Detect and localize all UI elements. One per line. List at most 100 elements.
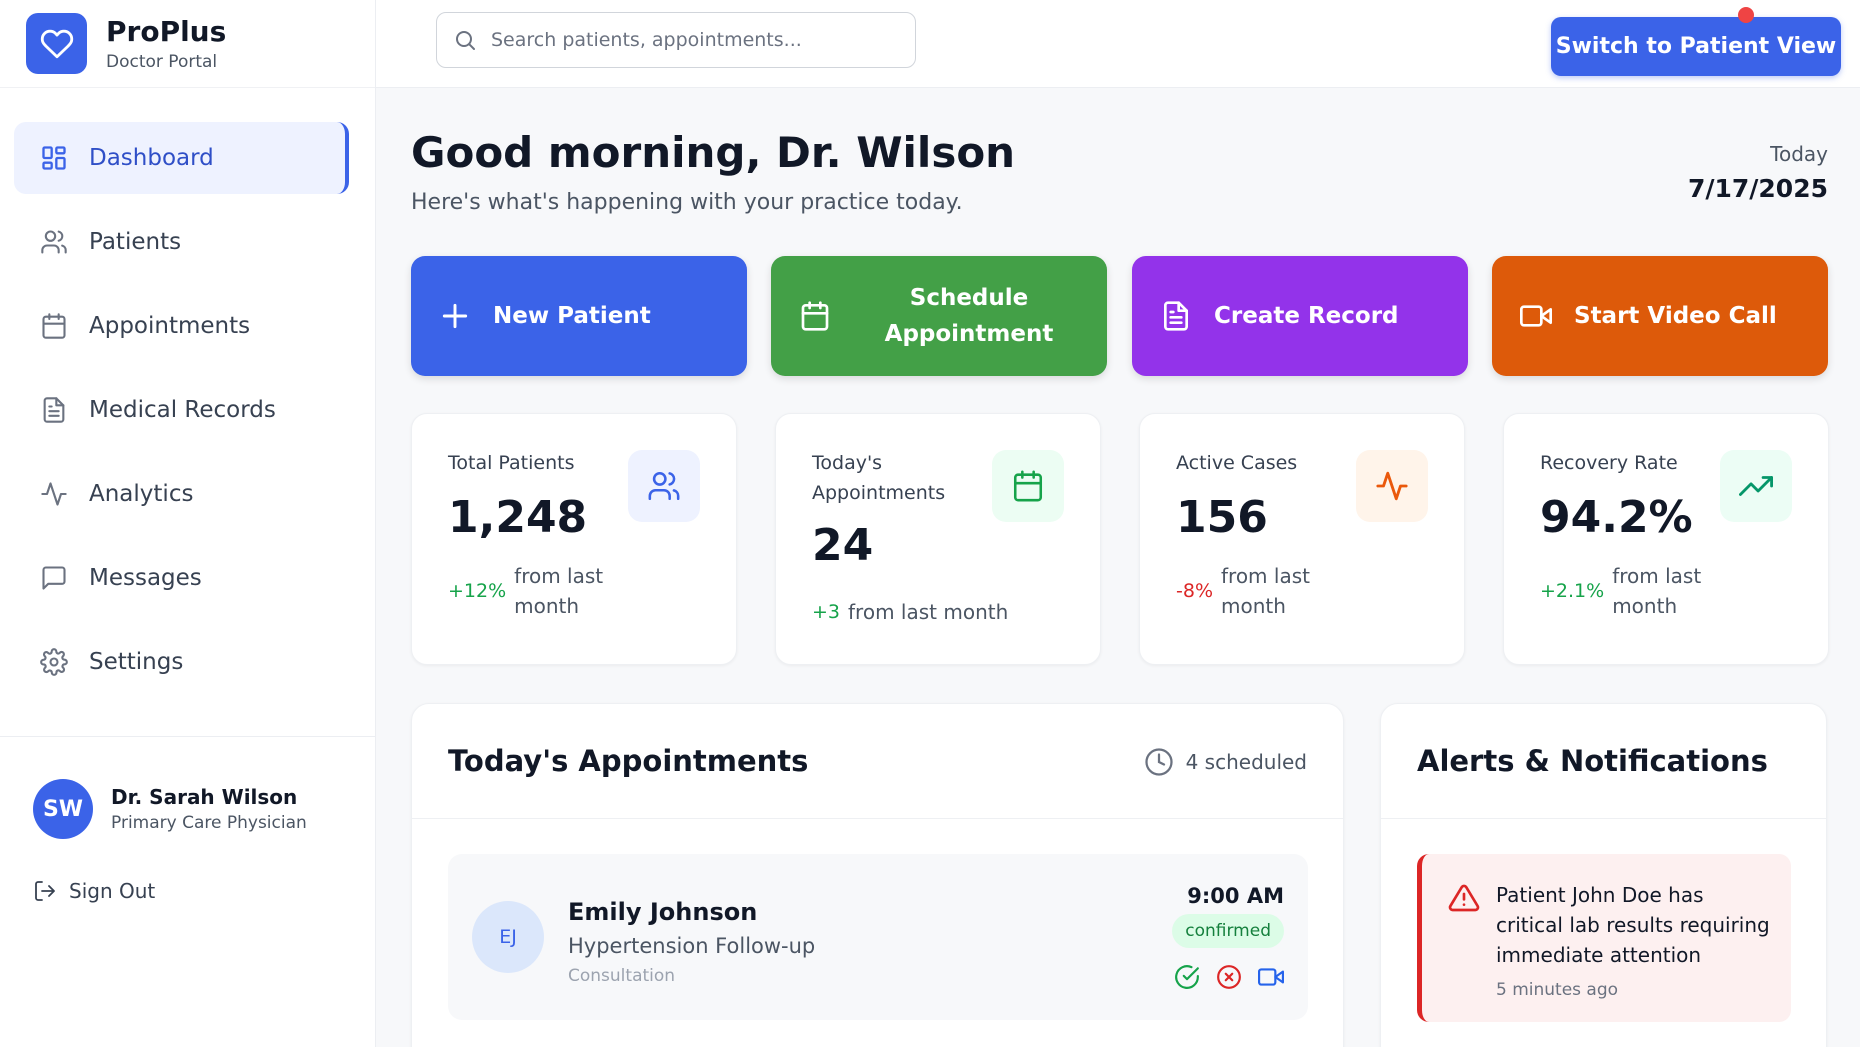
brand-name: ProPlus xyxy=(106,14,227,48)
sidebar: ProPlus Doctor Portal Dashboard Patients… xyxy=(0,0,376,1047)
plus-icon xyxy=(442,303,468,329)
gear-icon xyxy=(40,648,68,676)
new-patient-button[interactable]: New Patient xyxy=(411,256,747,376)
sidebar-item-label: Appointments xyxy=(89,313,251,339)
scheduled-count: 4 scheduled xyxy=(1144,747,1307,777)
message-icon xyxy=(42,566,66,590)
sidebar-item-label: Patients xyxy=(89,229,182,255)
alert-text: Patient John Doe has critical lab result… xyxy=(1496,883,1770,967)
sidebar-item-analytics[interactable]: Analytics xyxy=(14,458,349,530)
sidebar-item-label: Medical Records xyxy=(89,397,276,423)
search-icon xyxy=(456,31,475,50)
search-input[interactable] xyxy=(491,29,911,51)
patient-avatar: EJ xyxy=(472,901,544,973)
file-icon xyxy=(43,397,65,423)
appointment-item[interactable]: EJ Emily Johnson Hypertension Follow-up … xyxy=(448,854,1308,1020)
sidebar-item-dashboard[interactable]: Dashboard xyxy=(14,122,349,194)
stat-change-text: from last month xyxy=(514,564,604,618)
confirm-button[interactable] xyxy=(1174,964,1200,990)
stat-label: Active Cases xyxy=(1176,452,1298,474)
action-label: New Patient xyxy=(493,303,651,329)
stat-change-text: from last month xyxy=(1221,564,1310,618)
warning-icon xyxy=(1448,884,1480,912)
sidebar-item-label: Messages xyxy=(89,565,202,591)
todays-appointments-panel: Today's Appointments 4 scheduled EJ Emil… xyxy=(411,703,1344,1047)
sidebar-item-medical-records[interactable]: Medical Records xyxy=(14,374,349,446)
start-video-call-button[interactable]: Start Video Call xyxy=(1492,256,1828,376)
stat-change: +12% from last month xyxy=(448,561,736,621)
activity-icon xyxy=(1356,450,1428,522)
sign-out-label: Sign Out xyxy=(69,879,156,903)
page-title: Good morning, Dr. Wilson xyxy=(411,128,1016,177)
sign-out-button[interactable]: Sign Out xyxy=(33,879,376,903)
trending-up-icon xyxy=(1720,450,1792,522)
sidebar-item-messages[interactable]: Messages xyxy=(14,542,349,614)
activity-icon xyxy=(41,482,67,506)
today-label: Today xyxy=(1770,142,1828,166)
notification-dot[interactable] xyxy=(1738,7,1754,23)
action-label: Schedule Appointment xyxy=(884,285,1054,347)
action-label: Create Record xyxy=(1214,303,1399,329)
stat-card-recovery-rate: Recovery Rate 94.2% +2.1% from last mont… xyxy=(1503,413,1829,665)
stat-label: Total Patients xyxy=(448,452,575,474)
stat-card-total-patients: Total Patients 1,248 +12% from last mont… xyxy=(411,413,737,665)
appointment-type: Consultation xyxy=(568,966,676,986)
grid-icon xyxy=(42,146,66,170)
appointment-reason: Hypertension Follow-up xyxy=(568,934,816,958)
top-bar: Switch to Patient View xyxy=(376,0,1860,88)
stat-change-value: +2.1% xyxy=(1540,580,1605,602)
create-record-button[interactable]: Create Record xyxy=(1132,256,1468,376)
clock-icon xyxy=(1144,748,1173,776)
panel-title: Today's Appointments xyxy=(448,744,809,778)
x-circle-icon xyxy=(1217,965,1241,989)
log-out-icon xyxy=(35,881,55,901)
alert-item[interactable]: Patient John Doe has critical lab result… xyxy=(1417,854,1791,1022)
user-profile: SW Dr. Sarah Wilson Primary Care Physici… xyxy=(0,736,376,903)
user-role: Primary Care Physician xyxy=(111,813,307,833)
alerts-panel: Alerts & Notifications Patient John Doe … xyxy=(1380,703,1827,1047)
video-icon xyxy=(1258,968,1284,986)
cancel-button[interactable] xyxy=(1216,964,1242,990)
stat-change-text: from last month xyxy=(848,600,1009,624)
brand: ProPlus Doctor Portal xyxy=(0,0,375,88)
panel-title: Alerts & Notifications xyxy=(1417,744,1768,778)
appointment-time: 9:00 AM xyxy=(1187,884,1284,908)
calendar-icon xyxy=(992,450,1064,522)
stat-change: -8% from last month xyxy=(1176,561,1464,621)
calendar-icon xyxy=(42,313,66,339)
schedule-appointment-button[interactable]: Schedule Appointment xyxy=(771,256,1107,376)
sidebar-item-appointments[interactable]: Appointments xyxy=(14,290,349,362)
sidebar-item-label: Dashboard xyxy=(89,145,214,171)
stat-card-active-cases: Active Cases 156 -8% from last month xyxy=(1139,413,1465,665)
scheduled-count-label: 4 scheduled xyxy=(1185,750,1307,774)
file-icon xyxy=(1164,301,1188,331)
video-call-button[interactable] xyxy=(1258,964,1284,990)
stat-change: +2.1% from last month xyxy=(1540,561,1828,621)
avatar[interactable]: SW xyxy=(33,779,93,839)
check-circle-icon xyxy=(1175,965,1199,989)
sidebar-item-label: Settings xyxy=(89,649,184,675)
sidebar-item-patients[interactable]: Patients xyxy=(14,206,349,278)
patient-name: Emily Johnson xyxy=(568,898,758,926)
users-icon xyxy=(628,450,700,522)
user-name: Dr. Sarah Wilson xyxy=(111,785,298,809)
stat-change: +3 from last month xyxy=(812,597,1100,627)
stat-change-value: -8% xyxy=(1176,580,1213,602)
stat-change-text: from last month xyxy=(1612,564,1702,618)
today-date: 7/17/2025 xyxy=(1687,174,1828,203)
page-subtitle: Here's what's happening with your practi… xyxy=(411,190,963,215)
status-badge: confirmed xyxy=(1172,914,1284,948)
sidebar-item-settings[interactable]: Settings xyxy=(14,626,349,698)
users-icon xyxy=(41,230,67,254)
alert-time: 5 minutes ago xyxy=(1496,980,1619,1000)
stat-change-value: +12% xyxy=(448,580,507,602)
stat-value: 24 xyxy=(812,520,874,571)
search-box[interactable] xyxy=(436,12,916,68)
video-icon xyxy=(1520,305,1552,327)
action-label: Start Video Call xyxy=(1574,303,1777,329)
stat-label: Recovery Rate xyxy=(1540,452,1678,474)
calendar-icon xyxy=(801,301,829,331)
switch-to-patient-view-button[interactable]: Switch to Patient View xyxy=(1551,17,1841,76)
heart-icon xyxy=(26,13,87,74)
stat-label: Today's Appointments xyxy=(812,452,946,504)
